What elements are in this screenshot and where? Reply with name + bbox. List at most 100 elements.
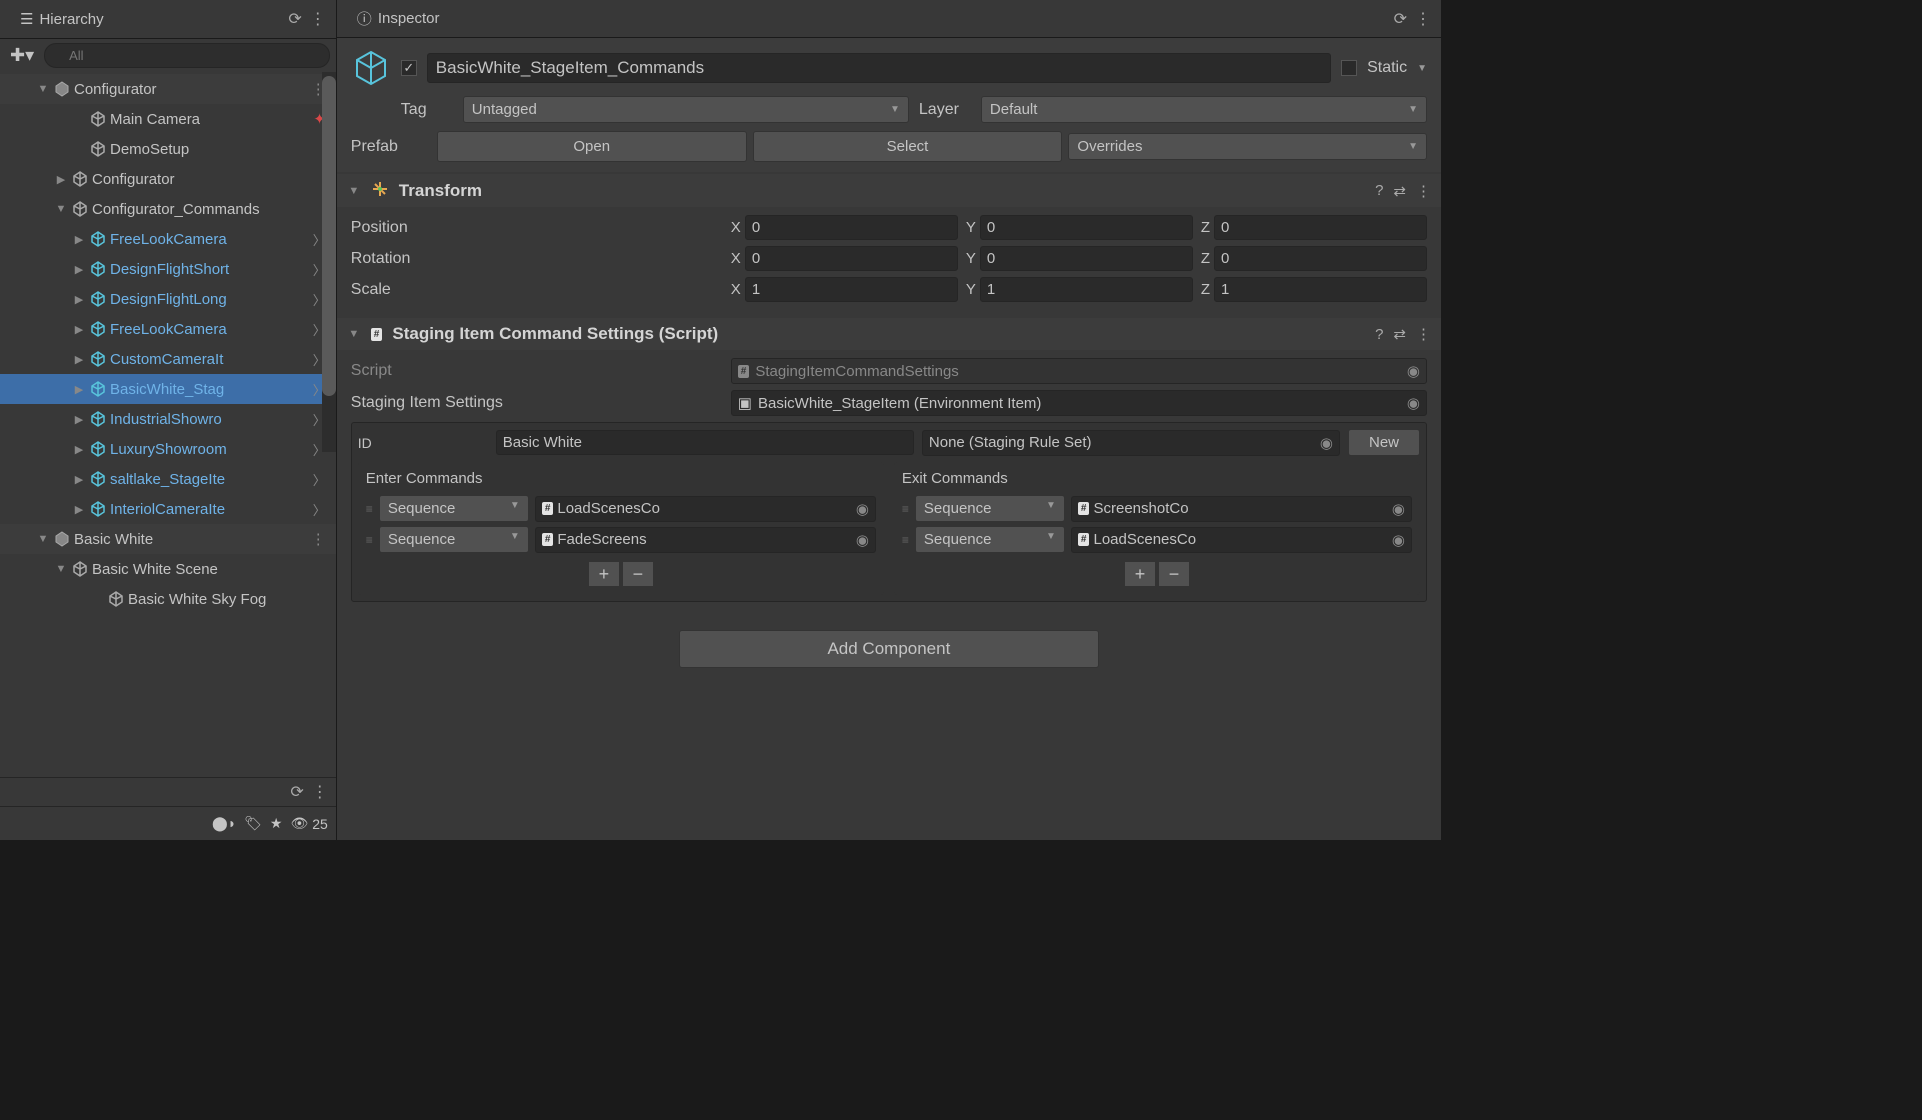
position-z-input[interactable] bbox=[1214, 215, 1427, 240]
foldout-icon[interactable]: ▶ bbox=[72, 263, 86, 276]
menu-icon[interactable]: ⋮ bbox=[1416, 182, 1431, 200]
sequence-dropdown[interactable]: Sequence▼ bbox=[915, 526, 1065, 553]
sequence-dropdown[interactable]: Sequence▼ bbox=[379, 495, 529, 522]
create-button[interactable]: ✚▾ bbox=[6, 43, 38, 68]
object-picker-icon[interactable]: ◉ bbox=[1392, 531, 1405, 549]
menu-icon[interactable]: ⋮ bbox=[1416, 325, 1431, 343]
panel-menu-icon[interactable]: ⋮ bbox=[310, 9, 326, 29]
object-picker-icon[interactable]: ◉ bbox=[1407, 394, 1420, 412]
foldout-icon[interactable]: ▶ bbox=[54, 173, 68, 186]
script-header[interactable]: ▼ # Staging Item Command Settings (Scrip… bbox=[337, 318, 1441, 350]
static-dropdown-icon[interactable]: ▼ bbox=[1417, 63, 1427, 74]
foldout-icon[interactable]: ▶ bbox=[72, 473, 86, 486]
tree-item[interactable]: ▼ Basic White Scene bbox=[0, 554, 336, 584]
rotation-y-input[interactable] bbox=[980, 246, 1193, 271]
static-checkbox[interactable] bbox=[1341, 60, 1357, 76]
search-input[interactable] bbox=[44, 43, 330, 68]
scale-y-input[interactable] bbox=[980, 277, 1193, 302]
tree-item[interactable]: ▶ FreeLookCamera 〉 bbox=[0, 224, 336, 254]
prefab-open-icon[interactable]: 〉 bbox=[313, 470, 326, 489]
new-button[interactable]: New bbox=[1348, 429, 1420, 456]
foldout-icon[interactable]: ▶ bbox=[72, 323, 86, 336]
hierarchy-tab[interactable]: ☰ Hierarchy bbox=[10, 6, 114, 32]
foldout-icon[interactable]: ▼ bbox=[36, 83, 50, 95]
position-x-input[interactable] bbox=[745, 215, 958, 240]
layer-dropdown[interactable]: Default▼ bbox=[981, 96, 1427, 123]
staging-settings-field[interactable]: ▣ BasicWhite_StageItem (Environment Item… bbox=[731, 390, 1427, 416]
foldout-icon[interactable]: ▼ bbox=[36, 533, 50, 545]
tree-item[interactable]: ▶ saltlake_StageIte 〉 bbox=[0, 464, 336, 494]
prefab-open-icon[interactable]: 〉 bbox=[313, 500, 326, 519]
preset-icon[interactable]: ⇄ bbox=[1393, 325, 1406, 343]
star-icon[interactable]: ★ bbox=[270, 815, 283, 832]
command-object-field[interactable]: #LoadScenesCo◉ bbox=[535, 496, 876, 522]
object-picker-icon[interactable]: ◉ bbox=[856, 531, 869, 549]
open-prefab-button[interactable]: Open bbox=[437, 131, 747, 162]
select-prefab-button[interactable]: Select bbox=[753, 131, 1063, 162]
id-input[interactable] bbox=[496, 430, 914, 455]
foldout-icon[interactable]: ▶ bbox=[72, 443, 86, 456]
remove-command-button[interactable]: − bbox=[1158, 561, 1190, 587]
drag-handle-icon[interactable]: ≡ bbox=[902, 533, 909, 547]
object-picker-icon[interactable]: ◉ bbox=[856, 500, 869, 518]
overrides-dropdown[interactable]: Overrides▼ bbox=[1068, 133, 1427, 160]
panel-menu-icon[interactable]: ⋮ bbox=[1415, 9, 1431, 29]
tag-icon[interactable]: 🏷 bbox=[244, 815, 262, 832]
tree-item[interactable]: Basic White Sky Fog bbox=[0, 584, 336, 614]
remove-command-button[interactable]: − bbox=[622, 561, 654, 587]
tree-item[interactable]: ▼ Configurator_Commands bbox=[0, 194, 336, 224]
tree-item[interactable]: ▼ Basic White ⋮ bbox=[0, 524, 336, 554]
add-command-button[interactable]: + bbox=[588, 561, 620, 587]
scrollbar[interactable] bbox=[322, 72, 336, 452]
lock-icon[interactable]: ⟳ bbox=[290, 782, 303, 802]
tree-item[interactable]: ▶ FreeLookCamera 〉 bbox=[0, 314, 336, 344]
rotation-x-input[interactable] bbox=[745, 246, 958, 271]
foldout-icon[interactable]: ▶ bbox=[72, 383, 86, 396]
drag-handle-icon[interactable]: ≡ bbox=[902, 502, 909, 516]
object-picker-icon[interactable]: ◉ bbox=[1320, 434, 1333, 452]
foldout-icon[interactable]: ▶ bbox=[72, 353, 86, 366]
command-object-field[interactable]: #FadeScreens◉ bbox=[535, 527, 876, 553]
scene-menu-icon[interactable]: ⋮ bbox=[311, 530, 326, 548]
drag-handle-icon[interactable]: ≡ bbox=[366, 502, 373, 516]
pick-icon[interactable]: ⬤◗ bbox=[212, 815, 236, 832]
tree-item[interactable]: ▶ DesignFlightLong 〉 bbox=[0, 284, 336, 314]
tag-dropdown[interactable]: Untagged▼ bbox=[463, 96, 909, 123]
lock-icon[interactable]: ⟳ bbox=[288, 9, 301, 29]
tree-item[interactable]: ▶ Configurator bbox=[0, 164, 336, 194]
menu-icon[interactable]: ⋮ bbox=[312, 782, 328, 802]
help-icon[interactable]: ? bbox=[1375, 182, 1383, 199]
active-checkbox[interactable]: ✓ bbox=[401, 60, 417, 76]
add-component-button[interactable]: Add Component bbox=[679, 630, 1099, 668]
foldout-icon[interactable]: ▶ bbox=[72, 293, 86, 306]
ruleset-field[interactable]: None (Staging Rule Set) ◉ bbox=[922, 430, 1340, 456]
prefab-cube-icon[interactable] bbox=[351, 48, 391, 88]
preset-icon[interactable]: ⇄ bbox=[1393, 182, 1406, 200]
foldout-icon[interactable]: ▶ bbox=[72, 233, 86, 246]
tree-item[interactable]: ▼ Configurator ⋮ bbox=[0, 74, 336, 104]
transform-header[interactable]: ▼ Transform ? ⇄ ⋮ bbox=[337, 174, 1441, 207]
sequence-dropdown[interactable]: Sequence▼ bbox=[915, 495, 1065, 522]
object-picker-icon[interactable]: ◉ bbox=[1392, 500, 1405, 518]
command-object-field[interactable]: #ScreenshotCo◉ bbox=[1071, 496, 1412, 522]
lock-icon[interactable]: ⟳ bbox=[1394, 9, 1407, 29]
tree-item[interactable]: ▶ DesignFlightShort 〉 bbox=[0, 254, 336, 284]
foldout-icon[interactable]: ▶ bbox=[72, 413, 86, 426]
sequence-dropdown[interactable]: Sequence▼ bbox=[379, 526, 529, 553]
scale-x-input[interactable] bbox=[745, 277, 958, 302]
tree-item[interactable]: ▶ InteriolCameraIte 〉 bbox=[0, 494, 336, 524]
foldout-icon[interactable]: ▼ bbox=[347, 328, 361, 340]
visibility-count[interactable]: 👁25 bbox=[290, 815, 327, 832]
command-object-field[interactable]: #LoadScenesCo◉ bbox=[1071, 527, 1412, 553]
position-y-input[interactable] bbox=[980, 215, 1193, 240]
tree-item[interactable]: ▶ BasicWhite_Stag 〉 bbox=[0, 374, 336, 404]
tree-item[interactable]: ▶ LuxuryShowroom 〉 bbox=[0, 434, 336, 464]
scale-z-input[interactable] bbox=[1214, 277, 1427, 302]
foldout-icon[interactable]: ▼ bbox=[54, 563, 68, 575]
rotation-z-input[interactable] bbox=[1214, 246, 1427, 271]
foldout-icon[interactable]: ▶ bbox=[72, 503, 86, 516]
tree-item[interactable]: DemoSetup bbox=[0, 134, 336, 164]
drag-handle-icon[interactable]: ≡ bbox=[366, 533, 373, 547]
tree-item[interactable]: Main Camera ✦ bbox=[0, 104, 336, 134]
inspector-tab[interactable]: ⓘ Inspector bbox=[347, 4, 450, 33]
